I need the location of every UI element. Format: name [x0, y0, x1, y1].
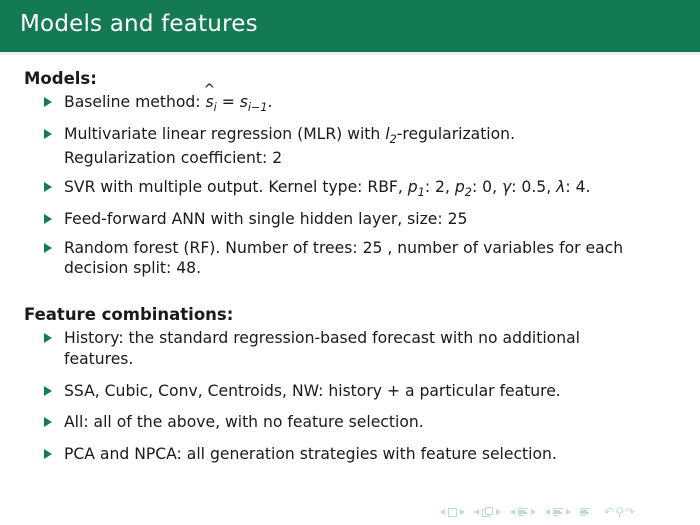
bullet-triangle-icon	[44, 449, 52, 460]
feature-combinations-list: History: the standard regression-based f…	[0, 328, 700, 465]
baseline-suffix: .	[267, 93, 273, 111]
nav-section-group[interactable]	[545, 507, 571, 517]
prev-frame-icon[interactable]	[474, 509, 479, 515]
slide: Models and features Models: Baseline met…	[0, 0, 700, 525]
list-item-all: All: all of the above, with no feature s…	[44, 412, 700, 433]
nav-history-group[interactable]: ↶ ⚲ ↷	[604, 506, 635, 518]
bullet-text: SVR with multiple output. Kernel type: R…	[64, 177, 700, 201]
page-title: Models and features	[20, 11, 258, 37]
bullet-text: Feed-forward ANN with single hidden laye…	[64, 209, 468, 228]
bullet-text: PCA and NPCA: all generation strategies …	[64, 445, 557, 464]
bullet-text: Multivariate linear regression (MLR) wit…	[64, 124, 624, 169]
svr-gamma-val: : 0.5,	[511, 177, 557, 196]
document-icon[interactable]	[580, 507, 590, 517]
search-icon[interactable]: ⚲	[615, 506, 624, 518]
bullet-text: Random forest (RF). Number of trees: 25 …	[64, 238, 624, 278]
next-section-icon[interactable]	[566, 509, 571, 515]
next-subsection-icon[interactable]	[531, 509, 536, 515]
mlr-line1-pre: Multivariate linear regression (MLR) wit…	[64, 125, 386, 144]
list-item-ssa: SSA, Cubic, Conv, Centroids, NW: history…	[44, 381, 700, 402]
frame-icon[interactable]	[482, 507, 493, 517]
back-icon[interactable]: ↶	[604, 506, 614, 518]
bullet-text: All: all of the above, with no feature s…	[64, 413, 424, 432]
svr-p1-var: p	[407, 177, 418, 196]
list-item-history: History: the standard regression-based f…	[44, 328, 654, 369]
bullet-triangle-icon	[44, 213, 52, 224]
slide-icon[interactable]	[448, 507, 457, 517]
subsection-icon[interactable]	[518, 507, 528, 517]
next-slide-icon[interactable]	[460, 509, 465, 515]
list-item-pca: PCA and NPCA: all generation strategies …	[44, 444, 700, 465]
prev-subsection-icon[interactable]	[510, 509, 515, 515]
slide-body: Models: Baseline method: si = si−1. Mult…	[0, 55, 700, 476]
list-item-rf: Random forest (RF). Number of trees: 25 …	[44, 238, 664, 279]
section-icon[interactable]	[553, 507, 563, 517]
forward-icon[interactable]: ↷	[625, 506, 635, 518]
svr-p1-sub: 1	[417, 185, 425, 199]
bullet-triangle-icon	[44, 181, 52, 192]
list-item-ann: Feed-forward ANN with single hidden laye…	[44, 209, 700, 230]
bullet-triangle-icon	[44, 417, 52, 428]
prev-section-icon[interactable]	[545, 509, 550, 515]
mlr-math-sub: 2	[389, 133, 397, 147]
svr-gamma-symbol: γ	[501, 177, 512, 196]
svr-p1-val: : 2,	[424, 177, 455, 196]
bullet-text: Baseline method: si = si−1.	[64, 92, 700, 116]
navigation-bar[interactable]: ↶ ⚲ ↷	[440, 503, 690, 521]
mlr-line2: Regularization coefficient: 2	[64, 149, 283, 168]
bullet-triangle-icon	[44, 333, 52, 344]
svr-lambda-val: : 4.	[565, 177, 591, 196]
bullet-triangle-icon	[44, 242, 52, 253]
list-item-mlr: Multivariate linear regression (MLR) wit…	[44, 124, 624, 169]
bullet-triangle-icon	[44, 97, 52, 107]
svr-p2-val: : 0,	[471, 177, 502, 196]
models-list: Baseline method: si = si−1. Multivariate…	[0, 92, 700, 279]
section-heading-feature-combinations: Feature combinations:	[24, 305, 234, 325]
svr-p2-var: p	[454, 177, 465, 196]
bullet-text: History: the standard regression-based f…	[64, 329, 580, 368]
section-heading-models: Models:	[24, 69, 97, 88]
bullet-text: SSA, Cubic, Conv, Centroids, NW: history…	[64, 381, 561, 400]
mlr-line1-post: -regularization.	[396, 125, 516, 144]
svr-p2-sub: 2	[464, 185, 472, 199]
bullet-triangle-icon	[44, 129, 52, 140]
nav-slide-group[interactable]	[440, 507, 465, 517]
baseline-equation: si = si−1	[206, 93, 268, 114]
slide-header: Models and features	[0, 0, 700, 52]
nav-subsection-group[interactable]	[510, 507, 536, 517]
prev-slide-icon[interactable]	[440, 509, 445, 515]
svr-lambda-symbol: λ	[556, 177, 566, 196]
svr-pre: SVR with multiple output. Kernel type: R…	[64, 177, 408, 196]
bullet-triangle-icon	[44, 385, 52, 396]
list-item-svr: SVR with multiple output. Kernel type: R…	[44, 177, 700, 201]
baseline-prefix: Baseline method:	[64, 93, 206, 111]
nav-frame-group[interactable]	[474, 507, 501, 517]
next-frame-icon[interactable]	[496, 509, 501, 515]
list-item-baseline: Baseline method: si = si−1.	[44, 92, 700, 116]
